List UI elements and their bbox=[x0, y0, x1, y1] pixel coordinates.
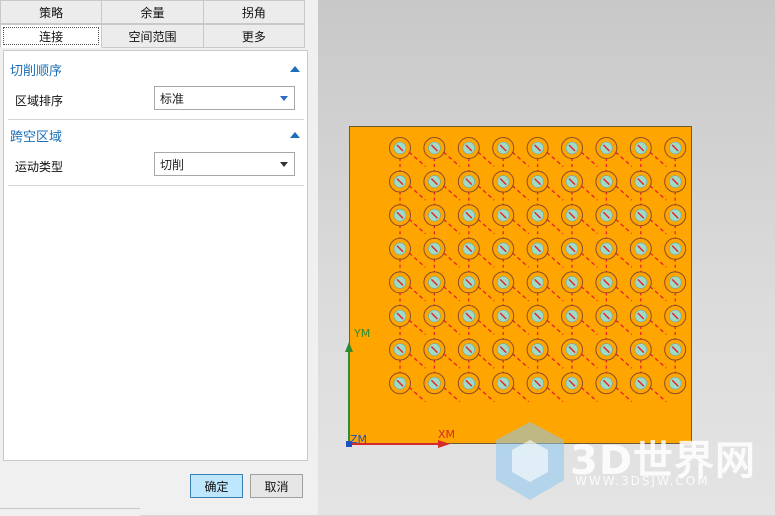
tab-containment[interactable]: 空间范围 bbox=[102, 24, 204, 48]
toolpath-segment bbox=[511, 319, 530, 335]
toolpath-segment bbox=[477, 285, 495, 302]
region-ordering-select[interactable]: 标准 bbox=[154, 86, 295, 110]
divider bbox=[8, 119, 304, 120]
toolpath-segment bbox=[442, 218, 461, 235]
toolpath-segment bbox=[408, 285, 426, 302]
toolpath-segment bbox=[546, 151, 564, 167]
toolpath-segment bbox=[477, 218, 495, 235]
tab-stock[interactable]: 余量 bbox=[102, 0, 204, 24]
toolpath-segment bbox=[511, 252, 530, 268]
toolpath-segment bbox=[511, 353, 530, 369]
connections-panel: 切削顺序 区域排序 标准 跨空区域 运动类型 切削 bbox=[3, 50, 308, 461]
toolpath-segment bbox=[546, 285, 564, 302]
toolpath-segment bbox=[511, 386, 530, 403]
toolpath-segment bbox=[580, 386, 598, 403]
toolpath-segment bbox=[511, 218, 530, 235]
toolpath-segment bbox=[477, 151, 495, 167]
toolpath-segment bbox=[408, 185, 426, 201]
toolpath-segment bbox=[408, 218, 426, 235]
toolpath-segment bbox=[442, 319, 461, 335]
section-transfer-header[interactable]: 跨空区域 bbox=[10, 125, 302, 145]
toolpath-segment bbox=[614, 386, 633, 403]
toolpath-segment bbox=[546, 353, 564, 369]
toolpath-segment bbox=[442, 185, 461, 201]
motion-type-value: 切削 bbox=[160, 157, 185, 172]
toolpath-segment bbox=[580, 353, 598, 369]
toolpath-segment bbox=[511, 151, 530, 167]
toolpath-segment bbox=[477, 319, 495, 335]
tab-connections[interactable]: 连接 bbox=[0, 24, 103, 48]
motion-type-label: 运动类型 bbox=[15, 160, 64, 174]
toolpath-segment bbox=[477, 386, 495, 403]
toolpath-segment bbox=[546, 319, 564, 335]
tab-strategy[interactable]: 策略 bbox=[0, 0, 103, 24]
toolpath-segment bbox=[614, 185, 633, 201]
section-cut-order-header[interactable]: 切削顺序 bbox=[10, 59, 302, 79]
section-cut-order-title: 切削顺序 bbox=[10, 63, 63, 79]
toolpath-segment bbox=[477, 353, 495, 369]
toolpath-segment bbox=[614, 252, 633, 268]
toolpath-segment bbox=[649, 353, 667, 369]
collapse-icon bbox=[290, 132, 300, 138]
toolpath-segment bbox=[546, 218, 564, 235]
operation-dialog: 策略 余量 拐角 连接 空间范围 更多 切削顺序 区域排序 标准 跨空区域 运动… bbox=[0, 0, 319, 516]
y-axis-label: YM bbox=[354, 327, 371, 340]
region-ordering-value: 标准 bbox=[160, 91, 185, 106]
section-transfer-title: 跨空区域 bbox=[10, 129, 63, 145]
toolpath-segment bbox=[614, 218, 633, 235]
tab-row-2: 连接 空间范围 更多 bbox=[0, 24, 305, 48]
toolpath-segment bbox=[614, 353, 633, 369]
collapse-icon bbox=[290, 66, 300, 72]
toolpath-segment bbox=[442, 151, 461, 167]
tab-corners[interactable]: 拐角 bbox=[203, 0, 305, 24]
toolpath-segment bbox=[649, 151, 667, 167]
toolpath-segment bbox=[477, 185, 495, 201]
toolpath-segment bbox=[546, 252, 564, 268]
watermark-logo bbox=[496, 422, 564, 500]
toolpath-segment bbox=[408, 151, 426, 167]
motion-type-select[interactable]: 切削 bbox=[154, 152, 295, 176]
toolpath-segment bbox=[546, 386, 564, 403]
region-ordering-label: 区域排序 bbox=[15, 94, 64, 108]
toolpath-segment bbox=[580, 218, 598, 235]
toolpath-segment bbox=[408, 252, 426, 268]
divider bbox=[8, 185, 304, 186]
toolpath-segment bbox=[580, 185, 598, 201]
toolpath-segment bbox=[580, 319, 598, 335]
toolpath-segment bbox=[649, 218, 667, 235]
x-axis-arrow bbox=[438, 440, 450, 448]
x-axis-label: XM bbox=[438, 428, 456, 441]
toolpath-segment bbox=[511, 185, 530, 201]
toolpath-segment bbox=[511, 285, 530, 302]
toolpath-segment bbox=[580, 252, 598, 268]
toolpath-segment bbox=[649, 252, 667, 268]
watermark-url: WWW.3DSJW.COM bbox=[575, 474, 710, 488]
toolpath-segment bbox=[614, 319, 633, 335]
toolpath-segment bbox=[580, 151, 598, 167]
ok-button[interactable]: 确定 bbox=[190, 474, 243, 498]
toolpath-segment bbox=[649, 319, 667, 335]
chevron-down-icon bbox=[280, 96, 288, 101]
toolpath-segment bbox=[649, 185, 667, 201]
tab-row-1: 策略 余量 拐角 bbox=[0, 0, 305, 24]
toolpath-segment bbox=[649, 386, 667, 403]
tab-more[interactable]: 更多 bbox=[203, 24, 305, 48]
toolpath-segment bbox=[477, 252, 495, 268]
toolpath-segment bbox=[614, 151, 633, 167]
y-axis-arrow bbox=[345, 342, 353, 352]
z-axis-label: ZM bbox=[350, 433, 368, 446]
toolpath-segment bbox=[546, 185, 564, 201]
toolpath-segment bbox=[442, 285, 461, 302]
toolpath-segment bbox=[649, 285, 667, 302]
toolpath-segment bbox=[408, 319, 426, 335]
chevron-down-icon bbox=[280, 162, 288, 167]
toolpath-segment bbox=[442, 252, 461, 268]
toolpath-segment bbox=[580, 285, 598, 302]
cancel-button[interactable]: 取消 bbox=[250, 474, 303, 498]
toolpath-segment bbox=[614, 285, 633, 302]
